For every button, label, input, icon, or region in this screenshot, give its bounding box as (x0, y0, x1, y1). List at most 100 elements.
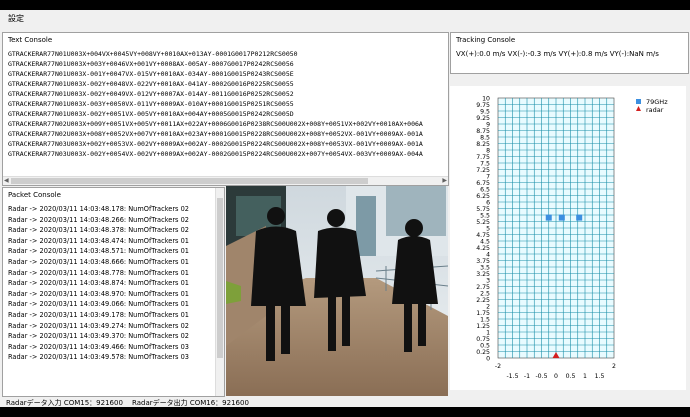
y-tick-label: 4 (486, 251, 490, 258)
tracking-console-panel: Tracking Console VX(+):0.0 m/s VX(-):-0.… (450, 32, 689, 74)
status-bar: Radarデータ入力 COM15：921600 Radarデータ出力 COM16… (0, 398, 690, 407)
text-console-line: GTRACKERAR77N03U003X+002Y+0053VX-002VY+0… (8, 140, 423, 148)
legend-tracker-swatch (636, 99, 641, 104)
packet-console-panel: Packet Console Radar -> 2020/03/11 14:03… (2, 187, 225, 397)
packet-console-line: Radar -> 2020/03/11 14:03:49.274: NumOfT… (8, 321, 189, 330)
tracker-point (576, 214, 583, 221)
x-tick-label: 0 (554, 373, 558, 380)
y-tick-label: 3.5 (480, 264, 490, 271)
packet-console-line: Radar -> 2020/03/11 14:03:48.474: NumOfT… (8, 236, 189, 245)
y-tick-label: 2.75 (476, 284, 490, 291)
text-console-line: GTRACKERAR77N02U003X+009Y+0051VX+005VY+0… (8, 120, 423, 128)
y-tick-label: 1.75 (476, 310, 490, 317)
text-console-log[interactable]: GTRACKERAR77N01U003X+004VX+0045VY+008VY+… (8, 49, 423, 159)
packet-console-line: Radar -> 2020/03/11 14:03:48.178: NumOfT… (8, 205, 189, 213)
y-tick-label: 4.5 (480, 238, 490, 245)
packet-console-line: Radar -> 2020/03/11 14:03:48.666: NumOfT… (8, 257, 189, 266)
chart-svg: 00.250.50.7511.251.51.7522.252.52.7533.2… (476, 95, 668, 380)
y-tick-label: 5.75 (476, 206, 490, 213)
packet-console-title: Packet Console (8, 191, 61, 199)
y-tick-label: 8.75 (476, 128, 490, 135)
y-tick-label: 7.5 (480, 160, 490, 167)
y-tick-label: 6.25 (476, 193, 490, 200)
x-edge-tick-label: 2 (612, 363, 616, 370)
packet-console-line: Radar -> 2020/03/11 14:03:48.778: NumOfT… (8, 268, 189, 277)
packet-console-line: Radar -> 2020/03/11 14:03:49.370: NumOfT… (8, 332, 189, 341)
scroll-right-icon[interactable]: ▶ (442, 177, 447, 184)
packet-console-line: Radar -> 2020/03/11 14:03:48.378: NumOfT… (8, 226, 189, 235)
text-console-line: GTRACKERAR77N01U003X-002Y+0051VX-005VY+0… (8, 110, 294, 118)
text-console-line: GTRACKERAR77N01U003X+003Y+0046VX+001VY+0… (8, 60, 294, 68)
menu-bar: 設定 (0, 10, 690, 28)
packet-console-line: Radar -> 2020/03/11 14:03:48.571: NumOfT… (8, 247, 189, 256)
y-tick-label: 2.5 (480, 290, 490, 297)
text-console-line: GTRACKERAR77N03U003X-002Y+0054VX-002VY+0… (8, 150, 423, 158)
y-tick-label: 2 (486, 303, 490, 310)
status-output-port: Radarデータ出力 COM16：921600 (132, 399, 249, 407)
y-tick-label: 3.25 (476, 271, 490, 278)
y-tick-label: 9 (486, 121, 490, 128)
text-console-panel: Text Console GTRACKERAR77N01U003X+004VX+… (2, 32, 449, 186)
legend-tracker-label: 79GHz (646, 98, 668, 106)
text-console-hscrollbar[interactable]: ◀ ▶ (3, 176, 448, 185)
tracking-console-title: Tracking Console (456, 36, 516, 44)
legend-radar-label: radar (646, 106, 664, 114)
y-tick-label: 2.25 (476, 297, 490, 304)
status-input-port: Radarデータ入力 COM15：921600 (6, 399, 123, 407)
y-tick-label: 9.75 (476, 102, 490, 109)
x-tick-label: -1 (524, 373, 530, 380)
y-tick-label: 3.75 (476, 258, 490, 265)
app-window: 設定 Text Console GTRACKERAR77N01U003X+004… (0, 10, 690, 407)
y-tick-label: 6 (486, 199, 490, 206)
text-console-scroll-thumb[interactable] (11, 178, 368, 184)
tracker-point (545, 214, 552, 221)
x-tick-label: 1.5 (595, 373, 605, 380)
y-tick-label: 1.25 (476, 323, 490, 330)
y-tick-label: 1 (486, 329, 490, 336)
y-tick-label: 7 (486, 173, 490, 180)
x-tick-label: -1.5 (506, 373, 518, 380)
y-tick-label: 5.25 (476, 219, 490, 226)
y-tick-label: 6.5 (480, 186, 490, 193)
y-tick-label: 4.25 (476, 245, 490, 252)
y-tick-label: 0 (486, 355, 490, 362)
text-console-title: Text Console (8, 36, 53, 44)
text-console-line: GTRACKERAR77N01U003X-003Y+0050VX-011VY+0… (8, 100, 294, 108)
packet-console-vscrollbar[interactable] (215, 188, 224, 396)
y-tick-label: 10 (482, 95, 490, 102)
y-tick-label: 9.25 (476, 115, 490, 122)
packet-console-scroll-thumb[interactable] (217, 198, 223, 358)
camera-image (226, 186, 448, 396)
x-tick-label: 0.5 (566, 373, 576, 380)
radar-tracking-chart: 0 0.25 0.5 0.75 1 1.25 1.5 1.75 2 2.25 2.5 2.75 3 3.2… (450, 86, 686, 390)
packet-console-log[interactable]: Radar -> 2020/03/11 14:03:48.178: NumOfT… (8, 204, 189, 363)
scroll-left-icon[interactable]: ◀ (4, 177, 9, 184)
y-tick-label: 8.5 (480, 134, 490, 141)
velocity-readout: VX(+):0.0 m/s VX(-):-0.3 m/s VY(+):0.8 m… (456, 50, 659, 58)
y-tick-label: 7.75 (476, 154, 490, 161)
y-tick-label: 8 (486, 147, 490, 154)
y-tick-label: 1.5 (480, 316, 490, 323)
y-tick-label: 7.25 (476, 167, 490, 174)
y-tick-label: 6.75 (476, 180, 490, 187)
text-console-line: GTRACKERAR77N01U003X-002Y+0048VX-022VY+0… (8, 80, 294, 88)
y-tick-label: 0.75 (476, 336, 490, 343)
text-console-line: GTRACKERAR77N01U003X+004VX+0045VY+008VY+… (8, 50, 298, 58)
camera-view (226, 186, 448, 396)
packet-console-line: Radar -> 2020/03/11 14:03:48.874: NumOfT… (8, 279, 189, 288)
packet-console-line: Radar -> 2020/03/11 14:03:49.466: NumOfT… (8, 342, 189, 351)
packet-console-line: Radar -> 2020/03/11 14:03:49.066: NumOfT… (8, 300, 189, 309)
text-console-line: GTRACKERAR77N01U003X-002Y+0049VX-012VY+0… (8, 90, 294, 98)
packet-console-line: Radar -> 2020/03/11 14:03:49.178: NumOfT… (8, 310, 189, 319)
settings-menu[interactable]: 設定 (8, 13, 24, 24)
y-tick-label: 5 (486, 225, 490, 232)
y-tick-label: 8.25 (476, 141, 490, 148)
y-tick-label: 9.5 (480, 108, 490, 115)
x-tick-label: -0.5 (535, 373, 547, 380)
text-console-line: GTRACKERAR77N02U003X+008Y+0052VX+007VY+0… (8, 130, 423, 138)
packet-console-line: Radar -> 2020/03/11 14:03:48.266: NumOfT… (8, 215, 189, 224)
legend-radar-swatch (636, 106, 641, 111)
y-tick-label: 5.5 (480, 212, 490, 219)
packet-console-line: Radar -> 2020/03/11 14:03:48.970: NumOfT… (8, 289, 189, 298)
y-tick-label: 0.25 (476, 349, 490, 356)
